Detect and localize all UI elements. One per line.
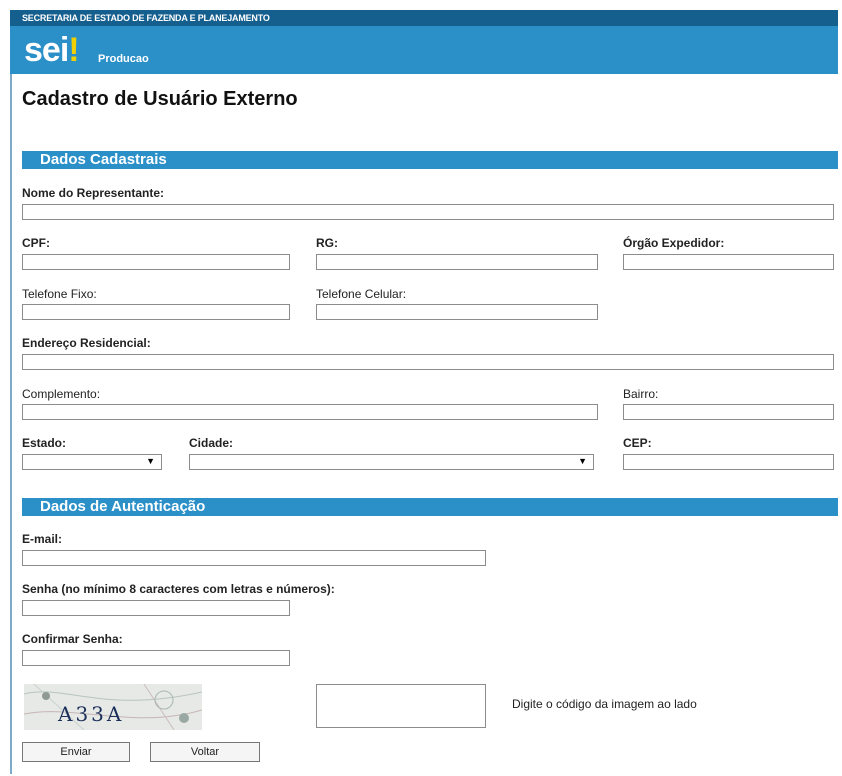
chevron-down-icon: ▼ bbox=[146, 456, 155, 466]
enviar-button[interactable]: Enviar bbox=[22, 742, 130, 762]
orgao-label: Órgão Expedidor: bbox=[623, 236, 725, 250]
sei-logo[interactable]: sei! bbox=[24, 31, 80, 70]
bairro-label: Bairro: bbox=[623, 387, 659, 401]
page: SECRETARIA DE ESTADO DE FAZENDA E PLANEJ… bbox=[0, 0, 842, 776]
telefone-celular-label: Telefone Celular: bbox=[316, 287, 407, 301]
endereco-input[interactable] bbox=[22, 354, 834, 370]
email-input[interactable] bbox=[22, 550, 486, 566]
logo-text: sei bbox=[24, 31, 69, 69]
orgao-input[interactable] bbox=[623, 254, 834, 270]
senha-input[interactable] bbox=[22, 600, 290, 616]
endereco-label: Endereço Residencial: bbox=[22, 336, 151, 350]
section-dados-cadastrais: Dados Cadastrais bbox=[22, 151, 838, 169]
voltar-button[interactable]: Voltar bbox=[150, 742, 260, 762]
estado-select[interactable]: ▼ bbox=[22, 454, 162, 470]
email-label: E-mail: bbox=[22, 532, 63, 546]
bairro-input[interactable] bbox=[623, 404, 834, 420]
telefone-fixo-input[interactable] bbox=[22, 304, 290, 320]
environment-label: Producao bbox=[98, 53, 149, 65]
telefone-celular-input[interactable] bbox=[316, 304, 598, 320]
captcha-input[interactable] bbox=[316, 684, 486, 728]
captcha-hint: Digite o código da imagem ao lado bbox=[512, 697, 697, 711]
captcha-image: A33A bbox=[24, 684, 202, 730]
logo-dot: ! bbox=[68, 31, 79, 69]
cpf-input[interactable] bbox=[22, 254, 290, 270]
senha-label: Senha (no mínimo 8 caracteres com letras… bbox=[22, 582, 335, 596]
page-title: Cadastro de Usuário Externo bbox=[22, 88, 298, 110]
cep-input[interactable] bbox=[623, 454, 834, 470]
rg-label: RG: bbox=[316, 236, 338, 250]
complemento-input[interactable] bbox=[22, 404, 598, 420]
org-bar: SECRETARIA DE ESTADO DE FAZENDA E PLANEJ… bbox=[10, 10, 838, 26]
confirmar-senha-label: Confirmar Senha: bbox=[22, 632, 123, 646]
org-name: SECRETARIA DE ESTADO DE FAZENDA E PLANEJ… bbox=[22, 13, 270, 23]
brand-bar: sei! Producao bbox=[10, 26, 838, 74]
cep-label: CEP: bbox=[623, 436, 652, 450]
captcha-text: A33A bbox=[58, 702, 125, 726]
section-dados-autenticacao: Dados de Autenticação bbox=[22, 498, 838, 516]
chevron-down-icon: ▼ bbox=[578, 456, 587, 466]
complemento-label: Complemento: bbox=[22, 387, 101, 401]
nome-label: Nome do Representante: bbox=[22, 186, 165, 200]
estado-label: Estado: bbox=[22, 436, 67, 450]
telefone-fixo-label: Telefone Fixo: bbox=[22, 287, 97, 301]
nome-input[interactable] bbox=[22, 204, 834, 220]
left-rule bbox=[10, 74, 12, 774]
cpf-label: CPF: bbox=[22, 236, 50, 250]
rg-input[interactable] bbox=[316, 254, 598, 270]
confirmar-senha-input[interactable] bbox=[22, 650, 290, 666]
cidade-select[interactable]: ▼ bbox=[189, 454, 594, 470]
cidade-label: Cidade: bbox=[189, 436, 234, 450]
